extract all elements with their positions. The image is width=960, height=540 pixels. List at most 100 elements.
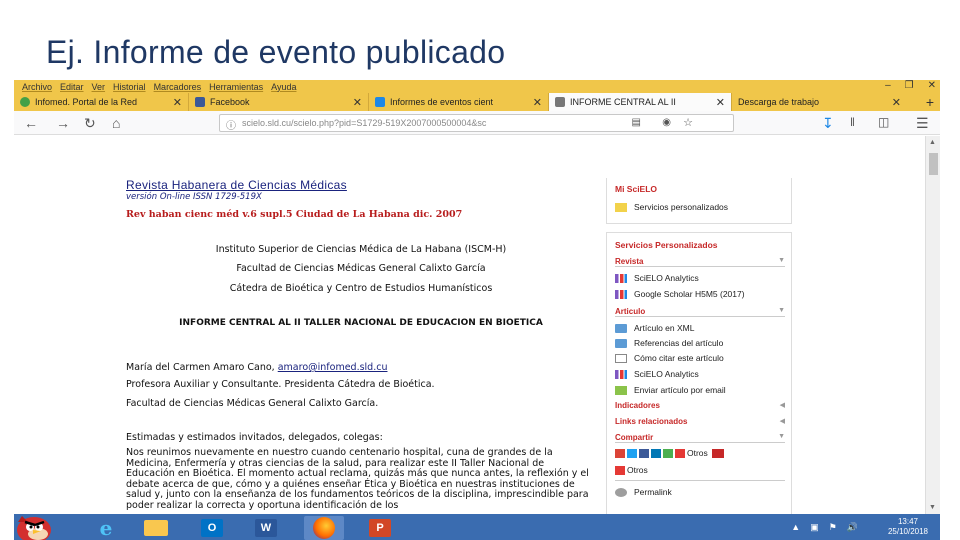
articulo-label[interactable]: Articulo — [615, 307, 645, 316]
tab-informe-central[interactable]: INFORME CENTRAL AL II ✕ — [549, 93, 732, 111]
author-faculty: Facultad de Ciencias Médicas General Cal… — [126, 398, 379, 409]
tab-descarga[interactable]: Descarga de trabajo ✕ — [732, 93, 907, 111]
close-tab-icon[interactable]: ✕ — [353, 96, 362, 109]
page-icon — [375, 97, 385, 107]
author-role: Profesora Auxiliar y Consultante. Presid… — [126, 379, 435, 390]
home-icon[interactable]: ⌂ — [112, 115, 120, 131]
cite-icon — [615, 353, 627, 363]
close-window-icon[interactable]: ✕ — [928, 80, 936, 91]
otros-link[interactable]: Otros — [687, 448, 708, 458]
compartir-chevron-icon[interactable]: ▼ — [778, 433, 785, 440]
indicadores-chevron-icon[interactable]: ◀ — [780, 401, 785, 409]
powerpoint-icon[interactable]: P — [360, 516, 400, 540]
new-tab-icon[interactable]: + — [926, 93, 934, 111]
otros-row[interactable]: Otros — [615, 465, 648, 475]
tray-expand-icon[interactable]: ▲ — [791, 522, 800, 533]
links-chevron-icon[interactable]: ◀ — [780, 417, 785, 425]
more-share-icon[interactable] — [711, 448, 724, 458]
scrollbar-thumb[interactable] — [929, 153, 938, 175]
facebook-share-icon[interactable] — [639, 448, 649, 458]
sidebar-toggle-icon[interactable]: ◫ — [878, 115, 889, 129]
page-content: Revista Habanera de Ciencias Médicas ver… — [14, 136, 925, 516]
menu-herramientas[interactable]: Herramientas — [209, 82, 263, 92]
url-text: scielo.sld.cu/scielo.php?pid=S1729-519X2… — [242, 118, 487, 128]
articulo-chevron-icon[interactable]: ▼ — [778, 307, 785, 314]
revista-item[interactable]: SciELO Analytics — [615, 273, 699, 283]
volume-icon[interactable]: 🔊 — [847, 522, 858, 533]
menu-ver[interactable]: Ver — [92, 82, 106, 92]
menu-historial[interactable]: Historial — [113, 82, 146, 92]
clock-date: 25/10/2018 — [887, 527, 928, 536]
divider — [615, 266, 785, 267]
xml-icon — [615, 323, 627, 333]
library-icon[interactable]: ‖ — [850, 115, 855, 129]
bookmark-star-icon[interactable]: ☆ — [683, 116, 693, 129]
menu-archivo[interactable]: Archivo — [22, 82, 52, 92]
indicadores-label[interactable]: Indicadores — [615, 401, 660, 410]
revista-item[interactable]: Google Scholar H5M5 (2017) — [615, 289, 745, 299]
minimize-icon[interactable]: – — [885, 80, 891, 91]
twitter-icon[interactable] — [627, 448, 637, 458]
tab-facebook[interactable]: Facebook ✕ — [189, 93, 369, 111]
institute: Instituto Superior de Ciencias Médica de… — [215, 244, 507, 255]
journal-title[interactable]: Revista Habanera de Ciencias Médicas — [126, 178, 347, 192]
network-icon[interactable]: ▣ — [810, 522, 819, 533]
articulo-item[interactable]: Enviar artículo por email — [615, 385, 726, 395]
tab-infomed[interactable]: Infomed. Portal de la Red ✕ — [14, 93, 189, 111]
clock[interactable]: 13:47 25/10/2018 — [888, 517, 928, 537]
vertical-scrollbar[interactable]: ▲ ▼ — [925, 136, 940, 514]
compartir-label[interactable]: Compartir — [615, 433, 653, 442]
analytics-icon — [615, 369, 627, 379]
articulo-item[interactable]: Referencias del artículo — [615, 338, 723, 348]
info-icon[interactable]: ⓘ — [226, 117, 236, 132]
download-icon[interactable]: ↧ — [822, 115, 834, 132]
internet-explorer-icon[interactable]: e — [86, 516, 126, 540]
google-icon[interactable] — [615, 448, 625, 458]
greeting: Estimadas y estimados invitados, delegad… — [126, 432, 383, 443]
mi-scielo-header: Mi SciELO — [615, 184, 658, 194]
scroll-up-icon[interactable]: ▲ — [929, 139, 936, 146]
menu-bar: Archivo Editar Ver Historial Marcadores … — [14, 80, 940, 93]
linkedin-icon[interactable] — [651, 448, 661, 458]
menu-ayuda[interactable]: Ayuda — [271, 82, 296, 92]
outlook-icon[interactable]: O — [192, 516, 232, 540]
issn: versión On-line ISSN 1729-519X — [126, 192, 262, 202]
articulo-item[interactable]: Cómo citar este artículo — [615, 353, 724, 363]
close-tab-icon[interactable]: ✕ — [892, 96, 901, 109]
plus-share-icon[interactable] — [675, 448, 685, 458]
scroll-down-icon[interactable]: ▼ — [929, 504, 936, 511]
articulo-item[interactable]: SciELO Analytics — [615, 369, 699, 379]
file-explorer-icon[interactable] — [136, 516, 176, 540]
back-icon[interactable]: ← — [24, 115, 38, 131]
pocket-icon[interactable]: ◉ — [662, 117, 671, 128]
author-name: María del Carmen Amaro Cano, — [126, 362, 275, 373]
word-icon[interactable]: W — [246, 516, 286, 540]
reload-icon[interactable]: ↻ — [84, 115, 96, 132]
servicios-personalizados-link[interactable]: Servicios personalizados — [615, 202, 728, 212]
facebook-icon — [195, 97, 205, 107]
hamburger-menu-icon[interactable]: ☰ — [916, 115, 929, 132]
flag-icon[interactable]: ⚑ — [829, 522, 837, 533]
system-tray: ▲ ▣ ⚑ 🔊 — [791, 522, 858, 533]
links-relacionados-label[interactable]: Links relacionados — [615, 417, 687, 426]
share-row: Otros — [615, 448, 731, 458]
close-tab-icon[interactable]: ✕ — [716, 96, 725, 109]
revista-label[interactable]: Revista — [615, 257, 643, 266]
firefox-icon[interactable] — [304, 516, 344, 540]
reader-view-icon[interactable]: ▤ — [632, 117, 641, 128]
forward-icon[interactable]: → — [56, 115, 70, 131]
url-bar[interactable]: ⓘ scielo.sld.cu/scielo.php?pid=S1729-519… — [219, 114, 734, 132]
browser-screenshot: Archivo Editar Ver Historial Marcadores … — [14, 80, 940, 540]
close-tab-icon[interactable]: ✕ — [533, 96, 542, 109]
menu-editar[interactable]: Editar — [60, 82, 84, 92]
close-tab-icon[interactable]: ✕ — [173, 96, 182, 109]
share-icon[interactable] — [663, 448, 673, 458]
revista-chevron-icon[interactable]: ▼ — [778, 257, 785, 264]
author-email-link[interactable]: amaro@infomed.sld.cu — [278, 362, 388, 373]
divider — [615, 316, 785, 317]
articulo-item[interactable]: Artículo en XML — [615, 323, 694, 333]
permalink[interactable]: Permalink — [615, 487, 672, 497]
menu-marcadores[interactable]: Marcadores — [154, 82, 202, 92]
maximize-icon[interactable]: ❐ — [905, 80, 914, 91]
tab-informes[interactable]: Informes de eventos cient ✕ — [369, 93, 549, 111]
